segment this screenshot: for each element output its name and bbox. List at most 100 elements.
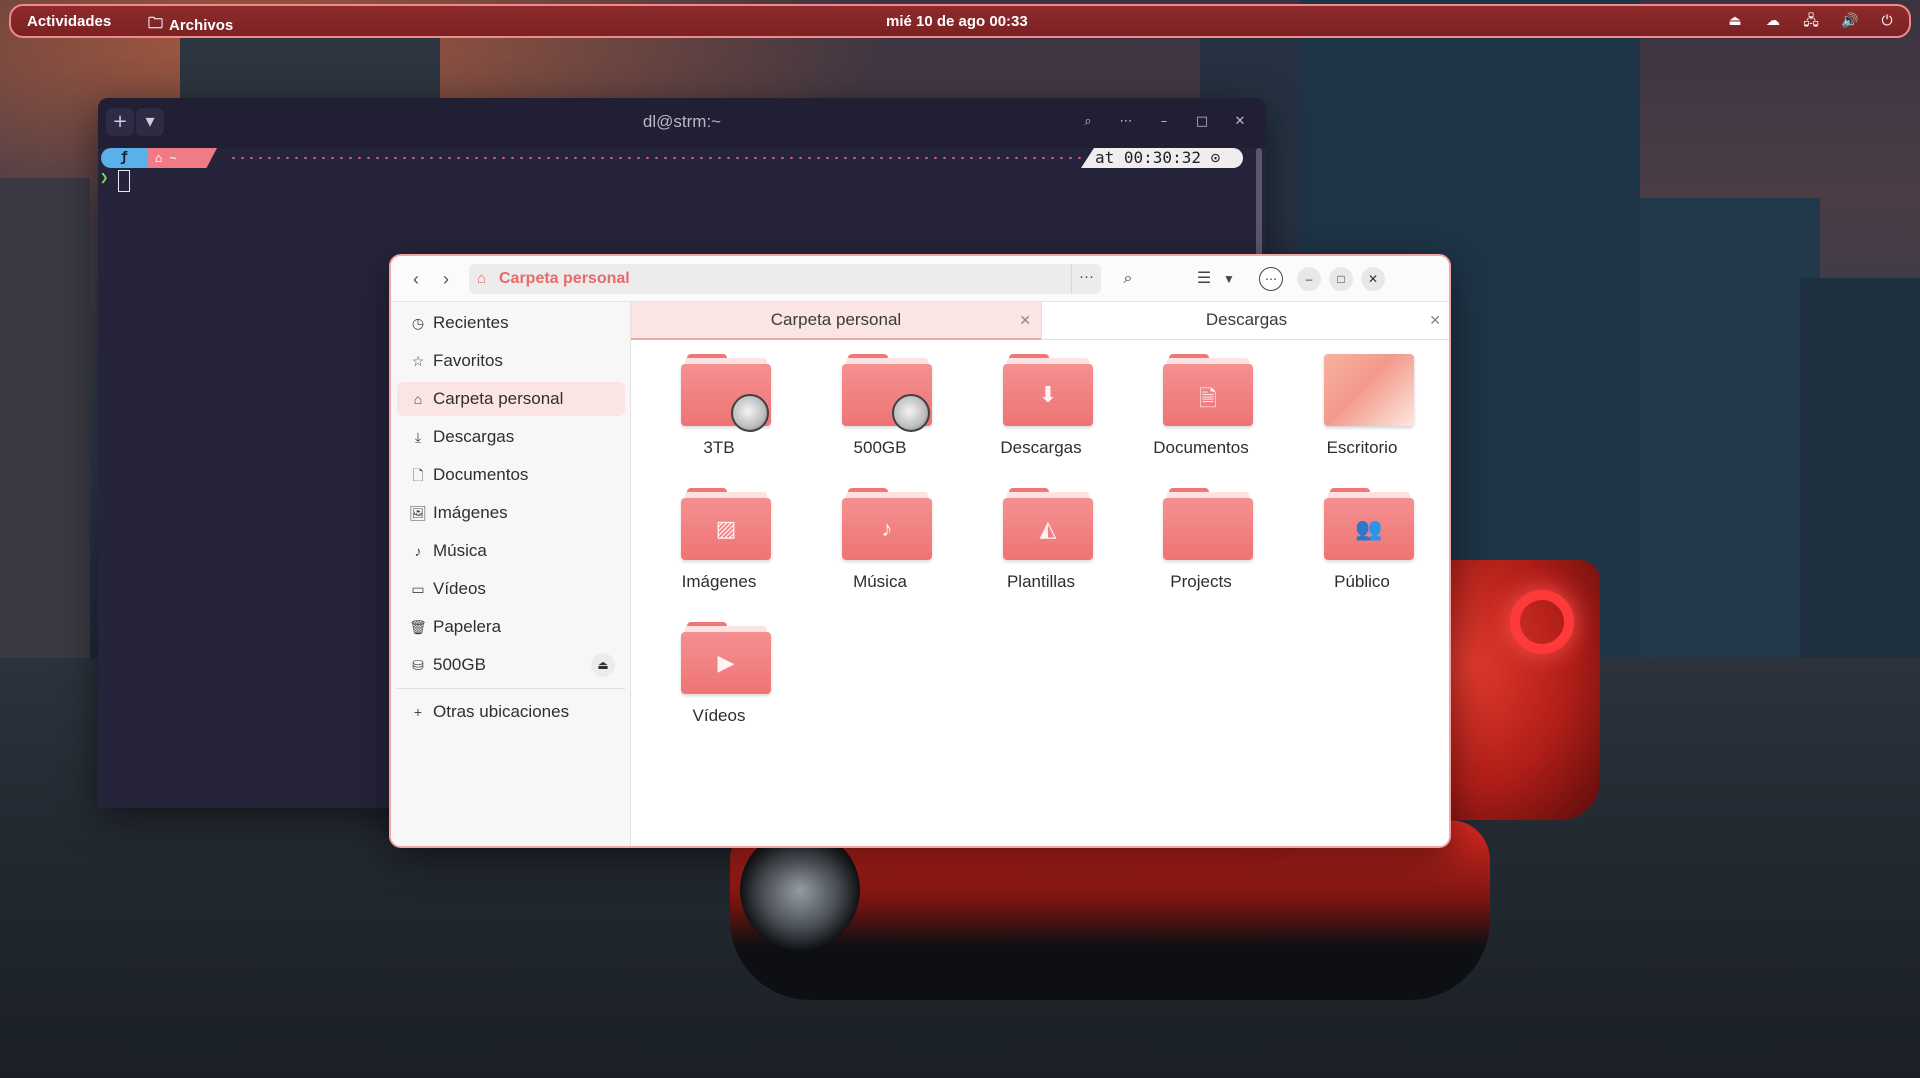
file-item-3tb[interactable]: 3TB [649, 340, 789, 470]
folder-icon [1163, 488, 1253, 560]
sidebar-item-label: Recientes [433, 313, 509, 332]
sidebar-item-recent[interactable]: ◷ Recientes [397, 306, 625, 340]
forward-button[interactable]: › [433, 266, 459, 292]
file-item-label: Documentos [1153, 438, 1249, 457]
sidebar-item-documents[interactable]: 🗋 Documentos [397, 458, 625, 492]
tab-label: Carpeta personal [770, 310, 902, 329]
view-options-icon[interactable]: ▼ [1219, 266, 1239, 292]
drive-icon [681, 354, 771, 432]
file-item-documentos[interactable]: 🗎 Documentos [1131, 340, 1271, 470]
file-grid: 3TB 500GB ⬇ Descargas 🗎 Documentos Escri… [631, 340, 1449, 846]
clock-icon: ◷ [411, 315, 425, 331]
sidebar-item-label: Favoritos [433, 351, 503, 370]
app-indicator-icon[interactable]: ☁ [1765, 12, 1781, 28]
file-item-escritorio[interactable]: Escritorio [1292, 340, 1432, 470]
sidebar-item-label: Papelera [433, 617, 502, 636]
file-item-imagenes[interactable]: ▨ Imágenes [649, 474, 789, 604]
home-icon: ⌂ [413, 391, 423, 407]
sidebar-item-videos[interactable]: ▭ Vídeos [397, 572, 625, 606]
sidebar-item-home[interactable]: ⌂ Carpeta personal [397, 382, 625, 416]
back-button[interactable]: ‹ [403, 266, 429, 292]
sidebar-item-label: Carpeta personal [433, 389, 564, 408]
power-icon[interactable]: ⏻ [1879, 12, 1895, 28]
close-icon[interactable]: ✕ [1019, 302, 1031, 338]
videos-folder-icon: ▶ [681, 622, 771, 694]
file-item-videos[interactable]: ▶ Vídeos [649, 608, 789, 738]
file-item-label: Plantillas [1006, 572, 1076, 591]
app-menu[interactable]: 🗀 Archivos [148, 13, 233, 38]
public-folder-icon: 👥 [1324, 488, 1414, 560]
tab-home[interactable]: Carpeta personal ✕ [631, 302, 1041, 340]
prompt-os-segment: ƒ [101, 148, 147, 168]
app-menu-label: Archivos [169, 17, 234, 34]
file-item-label: Vídeos [692, 706, 746, 725]
path-bar[interactable]: ⌂ Carpeta personal [469, 264, 1071, 294]
plus-icon: + [413, 704, 423, 720]
prompt-symbol: ❯ [100, 170, 109, 186]
minimize-button[interactable]: – [1297, 267, 1321, 291]
sidebar-item-label: Vídeos [433, 579, 486, 598]
search-icon[interactable]: ⌕ [1115, 266, 1141, 292]
file-item-plantillas[interactable]: ◭ Plantillas [971, 474, 1111, 604]
music-icon: ♪ [414, 543, 422, 559]
desktop-folder-icon [1324, 354, 1414, 426]
main-menu-icon[interactable]: ⋯ [1259, 267, 1283, 291]
text-cursor [118, 170, 130, 192]
sidebar-item-pictures[interactable]: 🖼 Imágenes [397, 496, 625, 530]
home-icon: ⌂ [477, 270, 487, 287]
sidebar-divider [397, 688, 625, 689]
sidebar-item-label: 500GB [433, 655, 486, 674]
file-item-publico[interactable]: 👥 Público [1292, 474, 1432, 604]
file-item-label: Música [853, 572, 907, 591]
maximize-button[interactable]: □ [1190, 110, 1214, 134]
activities-button[interactable]: Actividades [27, 13, 111, 30]
eject-icon[interactable]: ⏏ [1727, 12, 1743, 28]
file-item-musica[interactable]: ♪ Música [810, 474, 950, 604]
close-icon[interactable]: ✕ [1429, 302, 1441, 338]
file-item-projects[interactable]: Projects [1131, 474, 1271, 604]
drive-icon [842, 354, 932, 432]
file-item-label: 3TB [703, 438, 735, 457]
folder-icon: 🗀 [148, 15, 164, 32]
sidebar-item-downloads[interactable]: ⤓ Descargas [397, 420, 625, 454]
sidebar-item-label: Otras ubicaciones [433, 702, 570, 721]
file-item-500gb[interactable]: 500GB [810, 340, 950, 470]
system-tray: ⏏ ☁ 🖧 🔊 ⏻ [1727, 12, 1895, 28]
sidebar-item-drive-500gb[interactable]: ⛁ 500GB ⏏ [397, 648, 625, 682]
file-item-label: 500GB [853, 438, 907, 457]
close-button[interactable]: ✕ [1361, 267, 1385, 291]
sidebar-item-label: Música [433, 541, 487, 560]
list-view-icon[interactable]: ☰ [1191, 266, 1217, 292]
volume-icon[interactable]: 🔊 [1841, 12, 1858, 28]
minimize-button[interactable]: – [1152, 110, 1176, 134]
terminal-headerbar: + ▾ dl@strm:~ ⌕ ⋯ – □ ✕ [98, 98, 1266, 148]
file-item-label: Projects [1170, 572, 1232, 591]
maximize-button[interactable]: □ [1329, 267, 1353, 291]
files-window: ‹ › ⌂ Carpeta personal ··· ⌕ ☰ ▼ ⋯ – □ ✕… [389, 254, 1451, 848]
sidebar-item-music[interactable]: ♪ Música [397, 534, 625, 568]
tab-label: Descargas [1205, 310, 1288, 329]
documents-folder-icon: 🗎 [1163, 354, 1253, 426]
video-icon: ▭ [411, 581, 425, 597]
file-item-label: Imágenes [681, 572, 757, 591]
music-folder-icon: ♪ [842, 488, 932, 560]
prompt-line: ƒ ⌂ ~ at 00:30:32 ⊙ [101, 148, 1251, 168]
path-label: Carpeta personal [499, 270, 630, 287]
tab-downloads[interactable]: Descargas ✕ [1041, 302, 1449, 340]
trash-icon: 🗑 [409, 619, 427, 635]
sidebar-item-starred[interactable]: ☆ Favoritos [397, 344, 625, 378]
search-icon[interactable]: ⌕ [1076, 110, 1100, 134]
eject-icon[interactable]: ⏏ [591, 653, 615, 677]
file-item-descargas[interactable]: ⬇ Descargas [971, 340, 1111, 470]
clock[interactable]: mié 10 de ago 00:33 [886, 13, 1028, 30]
network-icon[interactable]: 🖧 [1803, 12, 1819, 28]
sidebar-item-trash[interactable]: 🗑 Papelera [397, 610, 625, 644]
file-item-label: Descargas [1000, 438, 1082, 457]
top-panel: Actividades 🗀 Archivos mié 10 de ago 00:… [9, 4, 1911, 38]
path-menu-button[interactable]: ··· [1071, 264, 1101, 294]
sidebar-item-other-locations[interactable]: + Otras ubicaciones [397, 695, 625, 729]
menu-icon[interactable]: ⋯ [1114, 110, 1138, 134]
prompt-time-segment: at 00:30:32 ⊙ [1081, 148, 1243, 168]
close-button[interactable]: ✕ [1228, 110, 1252, 134]
downloads-folder-icon: ⬇ [1003, 354, 1093, 426]
